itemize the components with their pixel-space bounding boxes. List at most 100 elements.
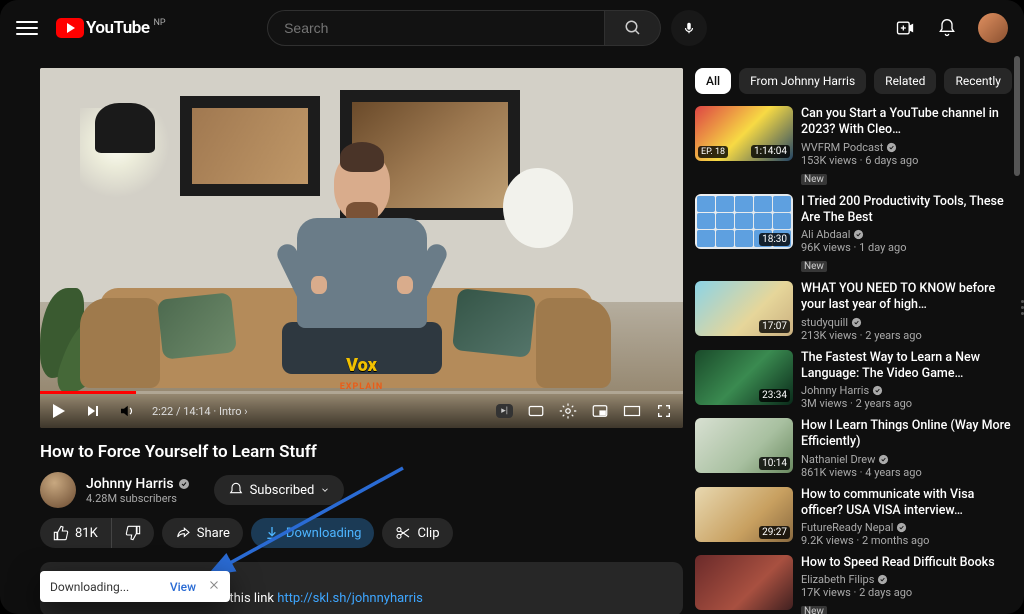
clip-button[interactable]: Clip: [382, 518, 452, 548]
bell-icon: [228, 482, 244, 498]
volume-button[interactable]: [118, 402, 136, 420]
chip-from-channel[interactable]: From Johnny Harris: [739, 68, 866, 94]
verified-icon: [872, 385, 883, 396]
player-controls: 2:22 / 14:14 · Intro › ▸|: [40, 394, 683, 428]
microphone-icon: [682, 21, 696, 35]
recommendation-item[interactable]: How to Speed Read Difficult Books Elizab…: [695, 555, 1012, 614]
recommendation-thumbnail: 23:34: [695, 350, 793, 405]
recommendation-item[interactable]: 29:27 How to communicate with Visa offic…: [695, 487, 1012, 548]
recommendation-item[interactable]: 23:34 The Fastest Way to Learn a New Lan…: [695, 350, 1012, 411]
search-input[interactable]: [267, 10, 605, 46]
create-icon: [895, 18, 915, 38]
scrollbar-thumb[interactable]: [1014, 56, 1020, 176]
thumbs-down-icon: [125, 525, 141, 541]
play-button[interactable]: [50, 402, 68, 420]
recommendation-thumbnail: EP. 18 1:14:04: [695, 106, 793, 161]
recommendation-title: The Fastest Way to Learn a New Language:…: [801, 350, 1012, 383]
player-time: 2:22 / 14:14 · Intro ›: [152, 405, 248, 418]
recommendation-thumbnail: 29:27: [695, 487, 793, 542]
share-button[interactable]: Share: [162, 518, 243, 548]
recommendations-list: EP. 18 1:14:04 Can you Start a YouTube c…: [695, 106, 1012, 614]
recommendation-meta: 3M views · 2 years ago: [801, 397, 1012, 410]
recommendation-title: How I Learn Things Online (Way More Effi…: [801, 418, 1012, 451]
theater-icon: [623, 404, 641, 418]
voice-search-button[interactable]: [671, 10, 707, 46]
miniplayer-icon: [591, 402, 609, 420]
toast-view-button[interactable]: View: [170, 580, 196, 594]
watermark-vox: Vox: [346, 355, 377, 376]
recommendation-meta: 213K views · 2 years ago: [801, 329, 1012, 342]
toast-close-button[interactable]: [208, 579, 220, 594]
next-button[interactable]: [84, 402, 102, 420]
recommendation-item[interactable]: 10:14 How I Learn Things Online (Way Mor…: [695, 418, 1012, 479]
verified-icon: [178, 478, 190, 490]
recommendation-thumbnail: [695, 555, 793, 610]
gear-icon: [559, 402, 577, 420]
play-icon: [56, 18, 84, 38]
chevron-down-icon: [320, 485, 330, 495]
channel-avatar[interactable]: [40, 472, 76, 508]
like-button[interactable]: 81K: [40, 518, 112, 548]
description-link[interactable]: http://skl.sh/johnnyharris: [277, 591, 423, 606]
youtube-logo[interactable]: YouTube NP: [56, 18, 166, 38]
recommendation-item[interactable]: 17:07 WHAT YOU NEED TO KNOW before your …: [695, 281, 1012, 342]
create-button[interactable]: [894, 17, 916, 39]
chip-all[interactable]: All: [695, 68, 731, 94]
guide-menu-icon[interactable]: [16, 17, 38, 39]
dislike-button[interactable]: [112, 518, 154, 548]
subscribe-button[interactable]: Subscribed: [214, 475, 345, 505]
new-badge: New: [801, 174, 827, 185]
duration-badge: 29:27: [759, 526, 790, 539]
bell-icon: [937, 18, 957, 38]
recommendation-channel: FutureReady Nepal: [801, 521, 1012, 534]
verified-icon: [853, 229, 864, 240]
cc-icon: [527, 402, 545, 420]
download-button[interactable]: Downloading: [251, 518, 375, 548]
fullscreen-button[interactable]: [655, 402, 673, 420]
chip-recently[interactable]: Recently: [944, 68, 1012, 94]
recommendation-channel: Johnny Harris: [801, 384, 1012, 397]
theater-button[interactable]: [623, 402, 641, 420]
recommendation-thumbnail: 17:07: [695, 281, 793, 336]
verified-icon: [851, 317, 862, 328]
recommendation-title: How to communicate with Visa officer? US…: [801, 487, 1012, 520]
verified-icon: [878, 454, 889, 465]
recommendation-title: How to Speed Read Difficult Books: [801, 555, 1012, 571]
masthead: YouTube NP: [0, 0, 1024, 56]
channel-name[interactable]: Johnny Harris: [86, 476, 174, 492]
video-title: How to Force Yourself to Learn Stuff: [40, 442, 683, 462]
search-button[interactable]: [605, 10, 661, 46]
logo-text: YouTube: [86, 18, 150, 38]
verified-icon: [877, 574, 888, 585]
recommendation-meta: 861K views · 4 years ago: [801, 466, 1012, 479]
download-icon: [264, 525, 280, 541]
chip-related[interactable]: Related: [874, 68, 936, 94]
account-avatar[interactable]: [978, 13, 1008, 43]
recommendation-title: Can you Start a YouTube channel in 2023?…: [801, 106, 1012, 139]
recommendation-title: I Tried 200 Productivity Tools, These Ar…: [801, 194, 1012, 227]
settings-button[interactable]: [559, 402, 577, 420]
recommendation-item[interactable]: EP. 18 1:14:04 Can you Start a YouTube c…: [695, 106, 1012, 186]
recommendation-title: WHAT YOU NEED TO KNOW before your last y…: [801, 281, 1012, 314]
thumbs-up-icon: [53, 525, 69, 541]
recommendation-channel: WVFRM Podcast: [801, 141, 1012, 154]
miniplayer-button[interactable]: [591, 402, 609, 420]
toast-message: Downloading...: [50, 580, 129, 594]
volume-icon: [118, 402, 136, 420]
new-badge: New: [801, 606, 827, 614]
autoplay-toggle[interactable]: ▸|: [496, 404, 513, 418]
filter-chips: All From Johnny Harris Related Recently: [695, 68, 1012, 94]
recommendation-meta: 9.2K views · 2 months ago: [801, 534, 1012, 547]
episode-tag: EP. 18: [698, 146, 728, 158]
recommendation-channel: Nathaniel Drew: [801, 453, 1012, 466]
search-icon: [624, 19, 642, 37]
recommendation-item[interactable]: 18:30 I Tried 200 Productivity Tools, Th…: [695, 194, 1012, 274]
verified-icon: [886, 142, 897, 153]
captions-button[interactable]: [527, 402, 545, 420]
duration-badge: 18:30: [759, 233, 790, 246]
notifications-button[interactable]: [936, 17, 958, 39]
subscriber-count: 4.28M subscribers: [86, 492, 190, 505]
region-tag: NP: [154, 18, 166, 28]
video-player[interactable]: Vox EXPLAIN 2:22 / 14:14 · Intro › ▸|: [40, 68, 683, 428]
duration-badge: 17:07: [759, 320, 790, 333]
